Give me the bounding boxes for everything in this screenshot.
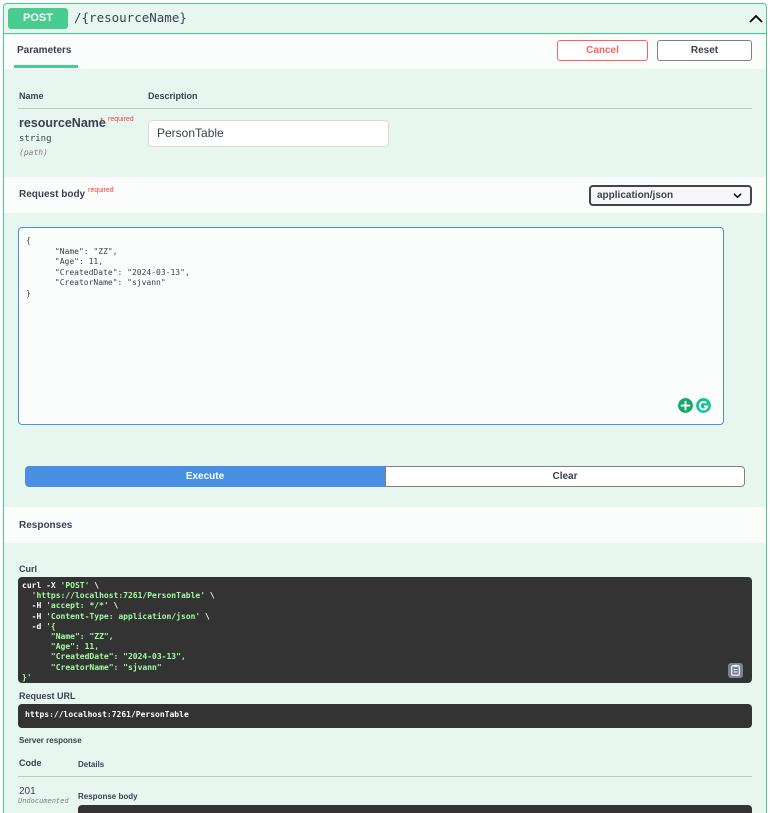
grammarly-icon[interactable] (696, 398, 711, 413)
param-location: (path) (19, 148, 48, 157)
curl-code-block[interactable]: curl -X 'POST' \ 'https://localhost:7261… (18, 577, 752, 683)
request-url-label: Request URL (19, 691, 76, 701)
request-body-title: Request body (19, 189, 86, 200)
operation-block: POST /{resourceName} Parameters Cancel R… (3, 3, 767, 813)
server-response-label: Server response (19, 736, 82, 745)
param-required-label: required (108, 116, 134, 123)
parameters-header: Parameters (4, 35, 766, 69)
status-undocumented: Undocumented (18, 797, 69, 805)
request-url-block[interactable]: https://localhost:7261/PersonTable (18, 704, 752, 728)
resource-name-input[interactable]: PersonTable (148, 120, 389, 147)
operation-summary[interactable]: POST /{resourceName} (4, 4, 766, 34)
required-star: * (100, 116, 104, 126)
column-code-header: Code (19, 758, 42, 768)
request-body-required-label: required (88, 187, 114, 194)
param-name: resourceName (19, 116, 106, 130)
response-table-divider (18, 776, 752, 777)
content-type-select[interactable]: application/json (589, 185, 752, 206)
request-url-text: https://localhost:7261/PersonTable (25, 710, 189, 719)
response-body-block[interactable] (78, 805, 752, 813)
responses-header (4, 507, 766, 543)
request-body-text: { "Name": "ZZ", "Age": 11, "CreatedDate"… (26, 236, 190, 298)
request-body-editor[interactable]: { "Name": "ZZ", "Age": 11, "CreatedDate"… (18, 227, 724, 425)
clipboard-icon[interactable] (728, 663, 743, 678)
response-body-label: Response body (78, 792, 138, 801)
clear-button[interactable]: Clear (385, 466, 745, 487)
execute-button[interactable]: Execute (25, 466, 385, 487)
operation-path: /{resourceName} (74, 10, 187, 25)
reset-button[interactable]: Reset (657, 40, 752, 61)
status-code: 201 (19, 786, 36, 797)
responses-title: Responses (19, 520, 73, 531)
param-type: string (19, 134, 52, 144)
execute-wrapper: Execute Clear (25, 466, 745, 487)
curl-label: Curl (19, 564, 37, 574)
tab-active-indicator (14, 65, 78, 68)
chevron-down-icon (733, 193, 742, 199)
column-name-header: Name (19, 91, 44, 101)
tab-parameters[interactable]: Parameters (17, 45, 71, 56)
curl-text: curl -X 'POST' \ 'https://localhost:7261… (22, 581, 215, 682)
extension-icon[interactable] (678, 398, 693, 413)
column-details-header: Details (78, 760, 105, 769)
content-type-value: application/json (597, 190, 674, 201)
method-badge: POST (8, 8, 68, 29)
cancel-button[interactable]: Cancel (557, 40, 648, 61)
chevron-up-icon[interactable] (748, 11, 764, 27)
table-divider (18, 108, 752, 109)
column-description-header: Description (148, 91, 198, 101)
